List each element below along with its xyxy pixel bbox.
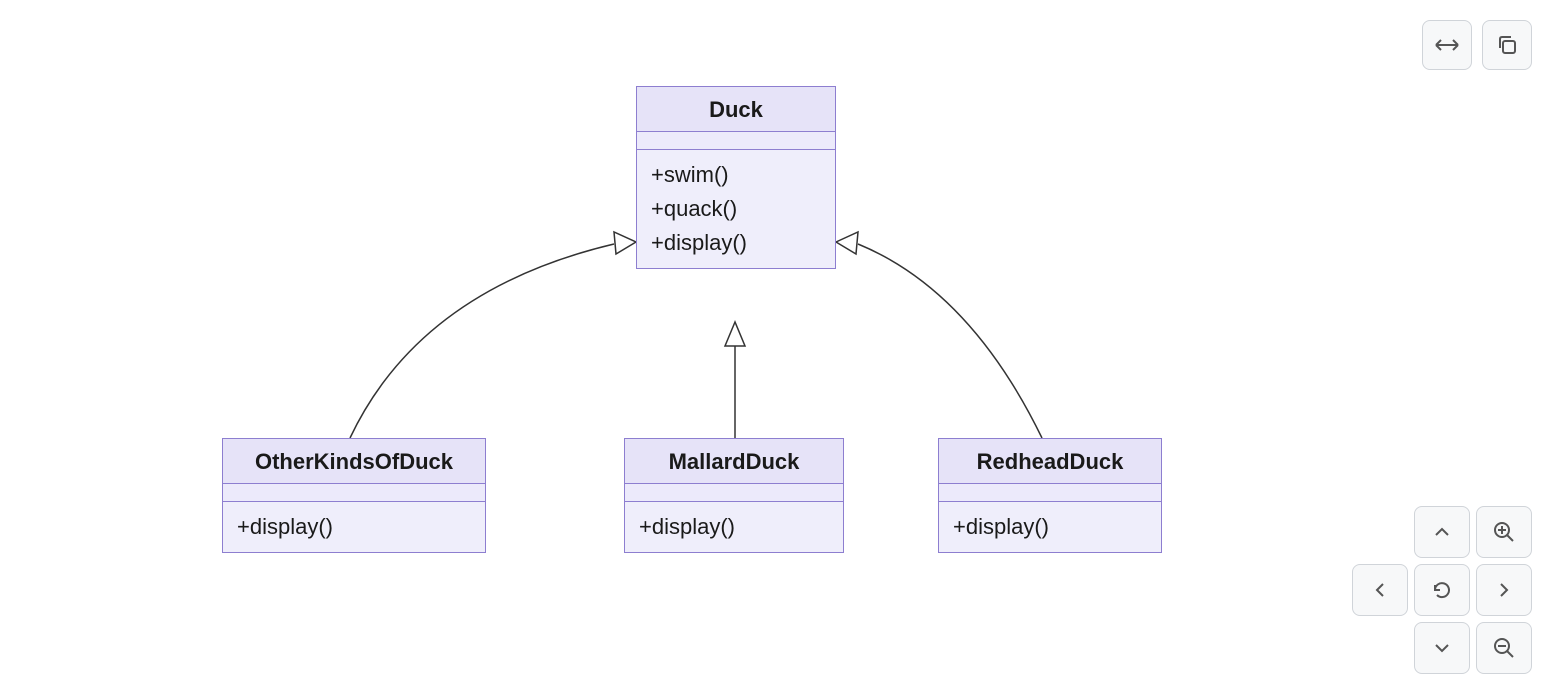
class-duck[interactable]: Duck +swim() +quack() +display() (636, 86, 836, 269)
class-title: Duck (637, 87, 835, 132)
class-attrs-empty (939, 484, 1161, 502)
zoom-in-button[interactable] (1476, 506, 1532, 558)
chevron-right-icon (1494, 580, 1514, 600)
pan-left-button[interactable] (1352, 564, 1408, 616)
copy-icon (1495, 33, 1519, 57)
copy-button[interactable] (1482, 20, 1532, 70)
pan-right-button[interactable] (1476, 564, 1532, 616)
class-methods: +display() (223, 502, 485, 552)
method: +display() (953, 510, 1147, 544)
pan-down-button[interactable] (1414, 622, 1470, 674)
class-methods: +display() (625, 502, 843, 552)
class-attrs-empty (637, 132, 835, 150)
class-title: RedheadDuck (939, 439, 1161, 484)
class-methods: +swim() +quack() +display() (637, 150, 835, 268)
method: +display() (237, 510, 471, 544)
top-toolbar (1422, 20, 1532, 70)
zoom-in-icon (1492, 520, 1516, 544)
chevron-down-icon (1432, 638, 1452, 658)
class-mallardduck[interactable]: MallardDuck +display() (624, 438, 844, 553)
refresh-icon (1431, 579, 1453, 601)
reset-button[interactable] (1414, 564, 1470, 616)
method: +swim() (651, 158, 821, 192)
method: +display() (639, 510, 829, 544)
class-attrs-empty (223, 484, 485, 502)
diagram-canvas[interactable]: Duck +swim() +quack() +display() OtherKi… (0, 0, 1200, 700)
class-redheadduck[interactable]: RedheadDuck +display() (938, 438, 1162, 553)
zoom-out-button[interactable] (1476, 622, 1532, 674)
connectors (0, 0, 1200, 700)
pan-zoom-pad (1352, 506, 1532, 674)
chevron-left-icon (1370, 580, 1390, 600)
chevron-up-icon (1432, 522, 1452, 542)
class-methods: +display() (939, 502, 1161, 552)
arrows-horizontal-icon (1433, 35, 1461, 55)
class-title: OtherKindsOfDuck (223, 439, 485, 484)
zoom-out-icon (1492, 636, 1516, 660)
expand-width-button[interactable] (1422, 20, 1472, 70)
method: +display() (651, 226, 821, 260)
class-title: MallardDuck (625, 439, 843, 484)
pan-up-button[interactable] (1414, 506, 1470, 558)
method: +quack() (651, 192, 821, 226)
class-attrs-empty (625, 484, 843, 502)
class-otherkindsofduck[interactable]: OtherKindsOfDuck +display() (222, 438, 486, 553)
